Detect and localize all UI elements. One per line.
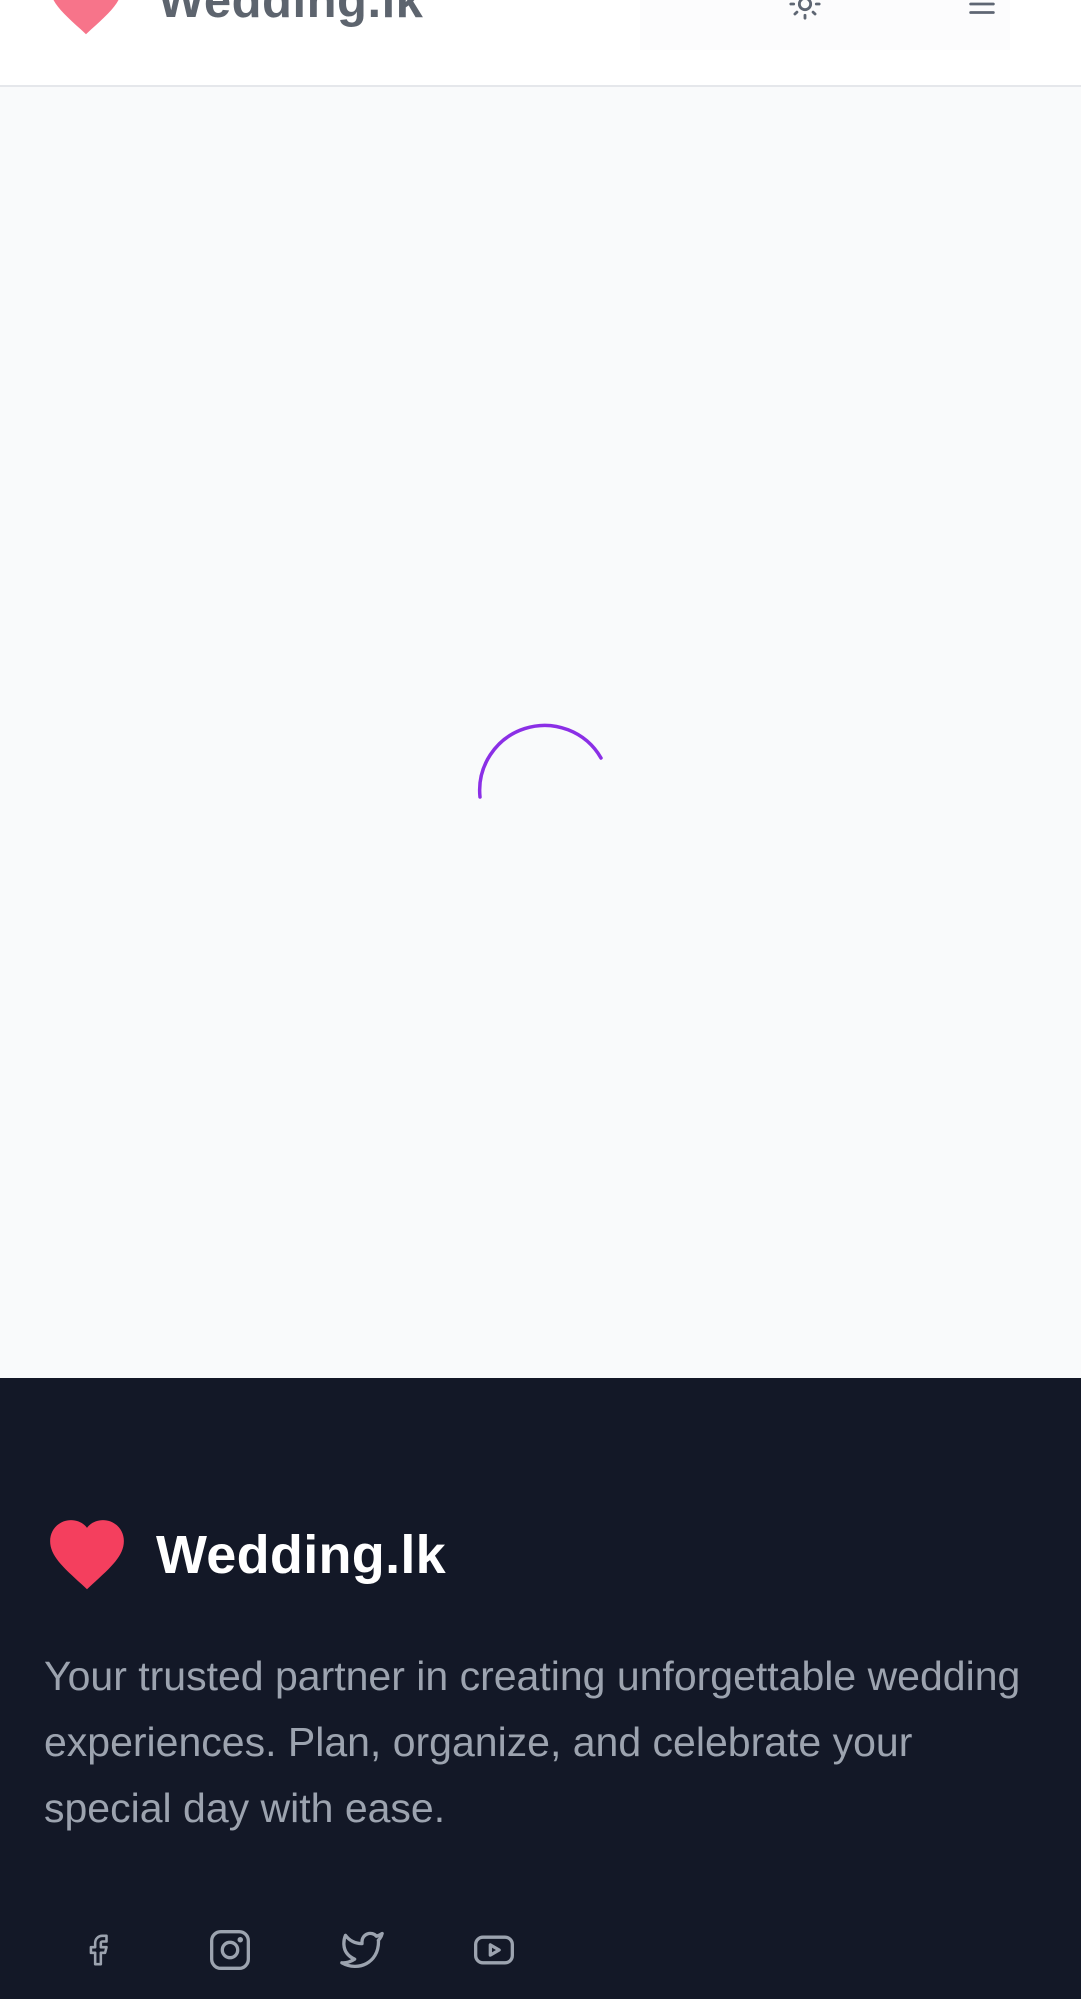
theme-toggle-button[interactable]: [780, 0, 830, 30]
youtube-icon: [472, 1928, 516, 1977]
footer-brand-name: Wedding.lk: [156, 1524, 447, 1585]
facebook-link[interactable]: [76, 1930, 120, 1974]
heart-icon: [44, 0, 128, 41]
header-brand-name: Wedding.lk: [158, 0, 424, 28]
youtube-link[interactable]: [472, 1930, 516, 1974]
menu-button[interactable]: [955, 0, 1009, 30]
footer-tagline: Your trusted partner in creating unforge…: [44, 1653, 1021, 1831]
twitter-link[interactable]: [340, 1930, 384, 1974]
instagram-icon: [208, 1928, 252, 1977]
facebook-icon: [81, 1928, 115, 1977]
footer-brand-link[interactable]: Wedding.lk: [44, 1513, 446, 1596]
site-footer: Wedding.lk Your trusted partner in creat…: [0, 1378, 1081, 1999]
main-content: [0, 87, 1081, 1378]
site-header: Wedding.lk: [0, 0, 1081, 87]
sun-icon: [788, 0, 822, 24]
social-links: [76, 1928, 516, 1977]
heart-icon: [44, 1513, 130, 1596]
menu-icon: [962, 0, 1002, 24]
twitter-icon: [340, 1928, 384, 1977]
instagram-link[interactable]: [208, 1928, 252, 1977]
loading-spinner-icon: [472, 710, 612, 850]
header-brand-link[interactable]: Wedding.lk: [44, 0, 423, 41]
